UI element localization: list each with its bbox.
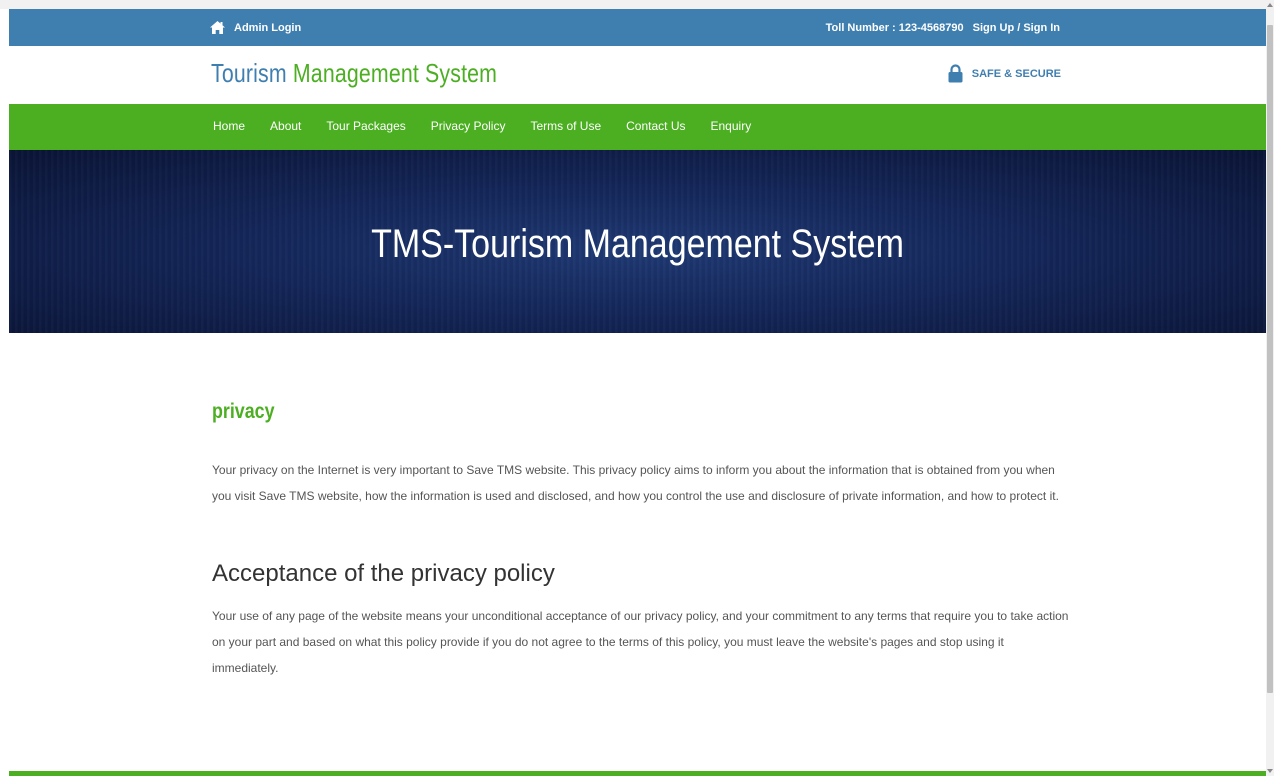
- safe-secure-badge: SAFE & SECURE: [948, 64, 1061, 83]
- scroll-up-arrow-icon[interactable]: [1267, 3, 1273, 7]
- acceptance-paragraph: Your use of any page of the website mean…: [212, 609, 1069, 675]
- admin-login-link[interactable]: Admin Login: [210, 21, 301, 34]
- site-logo[interactable]: Tourism Management System: [211, 58, 497, 89]
- scroll-down-arrow-icon[interactable]: [1267, 769, 1273, 773]
- nav-item-enquiry[interactable]: Enquiry: [711, 119, 752, 133]
- browser-top-gap: [0, 0, 1266, 9]
- acceptance-heading: Acceptance of the privacy policy: [212, 560, 555, 587]
- site-header: Tourism Management System SAFE & SECURE: [9, 46, 1266, 104]
- section-heading: privacy: [212, 400, 275, 423]
- home-icon: [210, 21, 225, 34]
- privacy-content: privacy Your privacy on the Internet is …: [212, 400, 1072, 675]
- nav-item-home[interactable]: Home: [213, 119, 245, 133]
- top-bar: Admin Login Toll Number : 123-4568790 Si…: [9, 9, 1266, 46]
- nav-item-contact-us[interactable]: Contact Us: [626, 119, 685, 133]
- footer-strip: [9, 771, 1266, 776]
- logo-text-part1: Tourism: [211, 58, 287, 88]
- hero-banner: TMS-Tourism Management System: [9, 150, 1266, 333]
- main-nav: Home About Tour Packages Privacy Policy …: [9, 104, 1266, 150]
- lock-icon: [948, 64, 963, 83]
- nav-item-tour-packages[interactable]: Tour Packages: [326, 119, 405, 133]
- signup-signin-link[interactable]: Sign Up / Sign In: [973, 22, 1060, 34]
- scrollbar-thumb[interactable]: [1267, 25, 1273, 693]
- page-scrollbar[interactable]: [1266, 0, 1274, 776]
- toll-number: Toll Number : 123-4568790: [825, 22, 964, 34]
- banner-title: TMS-Tourism Management System: [371, 222, 904, 266]
- admin-login-label: Admin Login: [234, 21, 302, 34]
- safe-secure-label: SAFE & SECURE: [971, 67, 1061, 80]
- nav-item-about[interactable]: About: [270, 119, 301, 133]
- nav-item-privacy-policy[interactable]: Privacy Policy: [431, 119, 506, 133]
- nav-item-terms-of-use[interactable]: Terms of Use: [530, 119, 601, 133]
- privacy-paragraph: Your privacy on the Internet is very imp…: [212, 463, 1059, 503]
- logo-text-part2: Management System: [286, 58, 498, 88]
